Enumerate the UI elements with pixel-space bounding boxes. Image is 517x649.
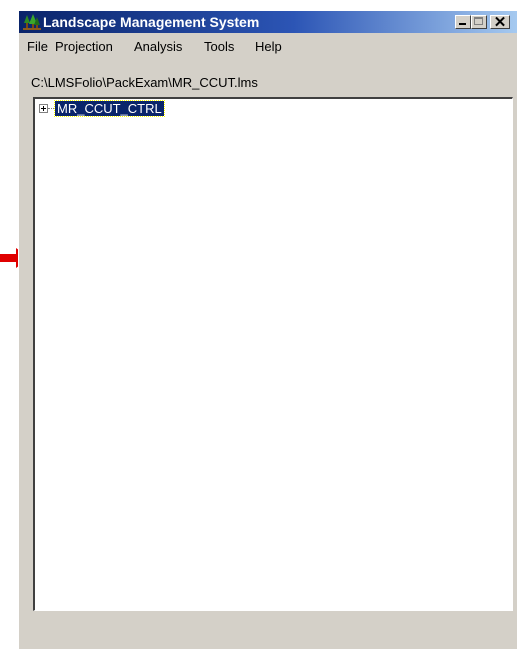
close-icon: ✕ bbox=[493, 14, 507, 31]
minimize-button[interactable] bbox=[455, 15, 471, 29]
menu-bar: File Projection Analysis Tools Help bbox=[19, 37, 517, 57]
status-bar bbox=[19, 621, 517, 649]
title-bar[interactable]: Landscape Management System ✕ bbox=[19, 11, 517, 33]
window-title: Landscape Management System bbox=[43, 14, 260, 30]
menu-file[interactable]: File bbox=[27, 39, 48, 55]
tree-logo-icon bbox=[23, 14, 41, 30]
minimize-icon bbox=[459, 23, 466, 25]
menu-analysis[interactable]: Analysis bbox=[134, 39, 182, 55]
tree-view[interactable]: MR_CCUT_CTRL bbox=[33, 97, 513, 611]
file-path-label: C:\LMSFolio\PackExam\MR_CCUT.lms bbox=[31, 75, 258, 90]
app-window: Landscape Management System ✕ File Proje… bbox=[18, 10, 517, 649]
menu-tools[interactable]: Tools bbox=[204, 39, 234, 55]
expand-plus-icon[interactable] bbox=[39, 104, 48, 113]
menu-help[interactable]: Help bbox=[255, 39, 282, 55]
maximize-icon bbox=[474, 17, 483, 25]
tree-connector bbox=[48, 108, 54, 109]
tree-node-label[interactable]: MR_CCUT_CTRL bbox=[54, 100, 165, 117]
menu-projection[interactable]: Projection bbox=[55, 39, 113, 55]
maximize-button[interactable] bbox=[471, 15, 487, 29]
close-button[interactable]: ✕ bbox=[490, 14, 510, 31]
